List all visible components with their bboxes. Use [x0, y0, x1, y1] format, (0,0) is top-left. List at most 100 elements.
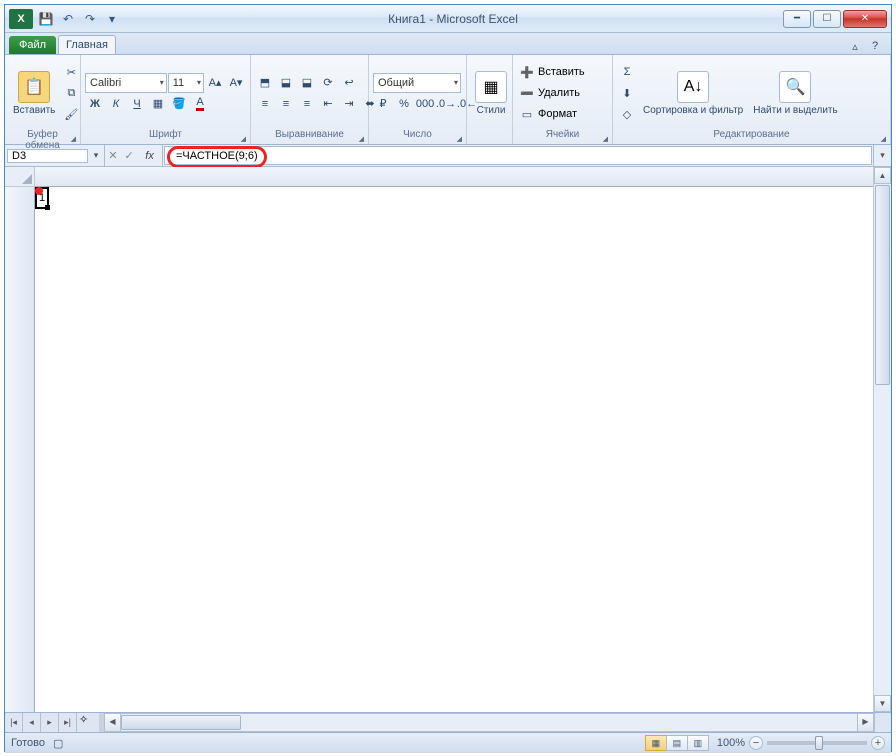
prev-sheet-icon[interactable]: ◂	[23, 713, 41, 732]
vertical-scrollbar[interactable]: ▲ ▼	[873, 167, 891, 712]
percent-icon[interactable]: %	[394, 94, 414, 114]
group-label-cells: Ячейки	[517, 129, 608, 144]
currency-icon[interactable]: ₽	[373, 94, 393, 114]
worksheet-grid[interactable]: 1 ▲ ▼	[5, 167, 891, 712]
insert-cells-button[interactable]: ➕	[517, 62, 537, 82]
indent-dec-icon[interactable]: ⇤	[318, 94, 338, 114]
shrink-font-icon[interactable]: A▾	[226, 73, 246, 93]
undo-icon[interactable]: ↶	[57, 8, 79, 30]
number-format-combo[interactable]: Общий	[373, 73, 461, 93]
select-all-button[interactable]	[5, 167, 35, 187]
autosum-icon[interactable]: Σ	[617, 62, 637, 82]
scroll-left-icon[interactable]: ◀	[104, 713, 121, 732]
zoom-slider[interactable]	[767, 741, 867, 745]
formula-bar-expand-icon[interactable]: ▾	[873, 145, 891, 166]
group-label-align: Выравнивание	[255, 129, 364, 144]
status-bar: Готово ▢ ▦ ▤ ▥ 100% − +	[5, 732, 891, 753]
copy-icon[interactable]: ⧉	[61, 83, 81, 103]
formula-highlight: =ЧАСТНОЕ(9;6)	[167, 146, 267, 168]
styles-icon: ▦	[475, 71, 507, 103]
bold-button[interactable]: Ж	[85, 94, 105, 114]
align-middle-icon[interactable]: ⬓	[276, 73, 296, 93]
name-box-dropdown-icon[interactable]: ▾	[88, 150, 104, 161]
align-bottom-icon[interactable]: ⬓	[297, 73, 317, 93]
vscroll-thumb[interactable]	[875, 185, 890, 385]
scroll-down-icon[interactable]: ▼	[874, 695, 891, 712]
format-cells-button[interactable]: ▭	[517, 104, 537, 124]
styles-button[interactable]: ▦ Стили	[471, 69, 511, 118]
insert-function-icon[interactable]: fx	[141, 150, 159, 162]
group-label-clipboard: Буфер обмена	[9, 129, 76, 144]
first-sheet-icon[interactable]: |◂	[5, 713, 23, 732]
formula-bar[interactable]: =ЧАСТНОЕ(9;6)	[164, 146, 872, 165]
horizontal-scrollbar[interactable]: ◀ ▶	[104, 713, 891, 732]
last-sheet-icon[interactable]: ▸|	[59, 713, 77, 732]
underline-button[interactable]: Ч	[127, 94, 147, 114]
font-name-combo[interactable]: Calibri	[85, 73, 167, 93]
quick-access-toolbar: 💾 ↶ ↷ ▾	[35, 8, 123, 30]
group-label-number: Число	[373, 129, 462, 144]
clipboard-icon: 📋	[18, 71, 50, 103]
align-top-icon[interactable]: ⬒	[255, 73, 275, 93]
scroll-up-icon[interactable]: ▲	[874, 167, 891, 184]
align-right-icon[interactable]: ≡	[297, 94, 317, 114]
normal-view-button[interactable]: ▦	[645, 735, 667, 751]
macro-record-icon[interactable]: ▢	[53, 737, 63, 750]
accept-edit-icon[interactable]: ✓	[124, 149, 133, 162]
qat-customize-icon[interactable]: ▾	[101, 8, 123, 30]
help-icon[interactable]: ?	[867, 38, 883, 54]
italic-button[interactable]: К	[106, 94, 126, 114]
title-bar: X 💾 ↶ ↷ ▾ Книга1 - Microsoft Excel ━ ☐ ✕	[5, 5, 891, 33]
zoom-slider-thumb[interactable]	[815, 736, 823, 750]
align-left-icon[interactable]: ≡	[255, 94, 275, 114]
active-cell[interactable]: 1	[35, 187, 49, 209]
comma-icon[interactable]: 000	[415, 94, 435, 114]
find-select-button[interactable]: 🔍 Найти и выделить	[749, 69, 841, 118]
scroll-right-icon[interactable]: ▶	[857, 713, 874, 732]
page-layout-view-button[interactable]: ▤	[666, 735, 688, 751]
ribbon-tab-strip: Файл Главная ▵ ?	[5, 33, 891, 55]
inc-decimal-icon[interactable]: .0→	[436, 94, 456, 114]
ribbon: 📋 Вставить ✂ ⧉ 🖌 Буфер обмена Calibri 11…	[5, 55, 891, 145]
minimize-button[interactable]: ━	[783, 10, 811, 28]
status-ready: Готово	[11, 737, 45, 749]
find-icon: 🔍	[779, 71, 811, 103]
sheet-tab-bar: |◂ ◂ ▸ ▸| ✧ ◀ ▶	[5, 712, 891, 732]
indent-inc-icon[interactable]: ⇥	[339, 94, 359, 114]
maximize-button[interactable]: ☐	[813, 10, 841, 28]
redo-icon[interactable]: ↷	[79, 8, 101, 30]
ribbon-tab-0[interactable]: Главная	[58, 35, 116, 54]
zoom-out-button[interactable]: −	[749, 736, 763, 750]
hscroll-thumb[interactable]	[121, 715, 241, 730]
font-size-combo[interactable]: 11	[168, 73, 204, 93]
paste-button[interactable]: 📋 Вставить	[9, 69, 59, 118]
zoom-level[interactable]: 100%	[717, 737, 745, 749]
zoom-in-button[interactable]: +	[871, 736, 885, 750]
format-painter-icon[interactable]: 🖌	[61, 104, 81, 124]
fill-icon[interactable]: ⬇	[617, 83, 637, 103]
orientation-icon[interactable]: ⟳	[318, 73, 338, 93]
group-label-editing: Редактирование	[617, 129, 886, 144]
formula-bar-row: D3 ▾ ✕ ✓ fx =ЧАСТНОЕ(9;6) ▾	[5, 145, 891, 167]
fill-color-icon[interactable]: 🪣	[169, 94, 189, 114]
sort-filter-button[interactable]: A↓ Сортировка и фильтр	[639, 69, 747, 118]
font-color-icon[interactable]: A	[190, 94, 210, 114]
system-menu-icon[interactable]: X	[9, 9, 33, 29]
ribbon-minimize-icon[interactable]: ▵	[847, 38, 863, 54]
page-break-view-button[interactable]: ▥	[687, 735, 709, 751]
border-icon[interactable]: ▦	[148, 94, 168, 114]
grow-font-icon[interactable]: A▴	[205, 73, 225, 93]
next-sheet-icon[interactable]: ▸	[41, 713, 59, 732]
save-icon[interactable]: 💾	[35, 8, 57, 30]
zoom-control: 100% − +	[717, 736, 885, 750]
cut-icon[interactable]: ✂	[61, 62, 81, 82]
file-tab[interactable]: Файл	[9, 36, 56, 54]
new-sheet-icon[interactable]: ✧	[79, 713, 99, 732]
align-center-icon[interactable]: ≡	[276, 94, 296, 114]
cancel-edit-icon[interactable]: ✕	[108, 149, 117, 162]
close-button[interactable]: ✕	[843, 10, 887, 28]
delete-cells-button[interactable]: ➖	[517, 83, 537, 103]
wrap-text-icon[interactable]: ↩	[339, 73, 359, 93]
sort-icon: A↓	[677, 71, 709, 103]
clear-icon[interactable]: ◇	[617, 104, 637, 124]
